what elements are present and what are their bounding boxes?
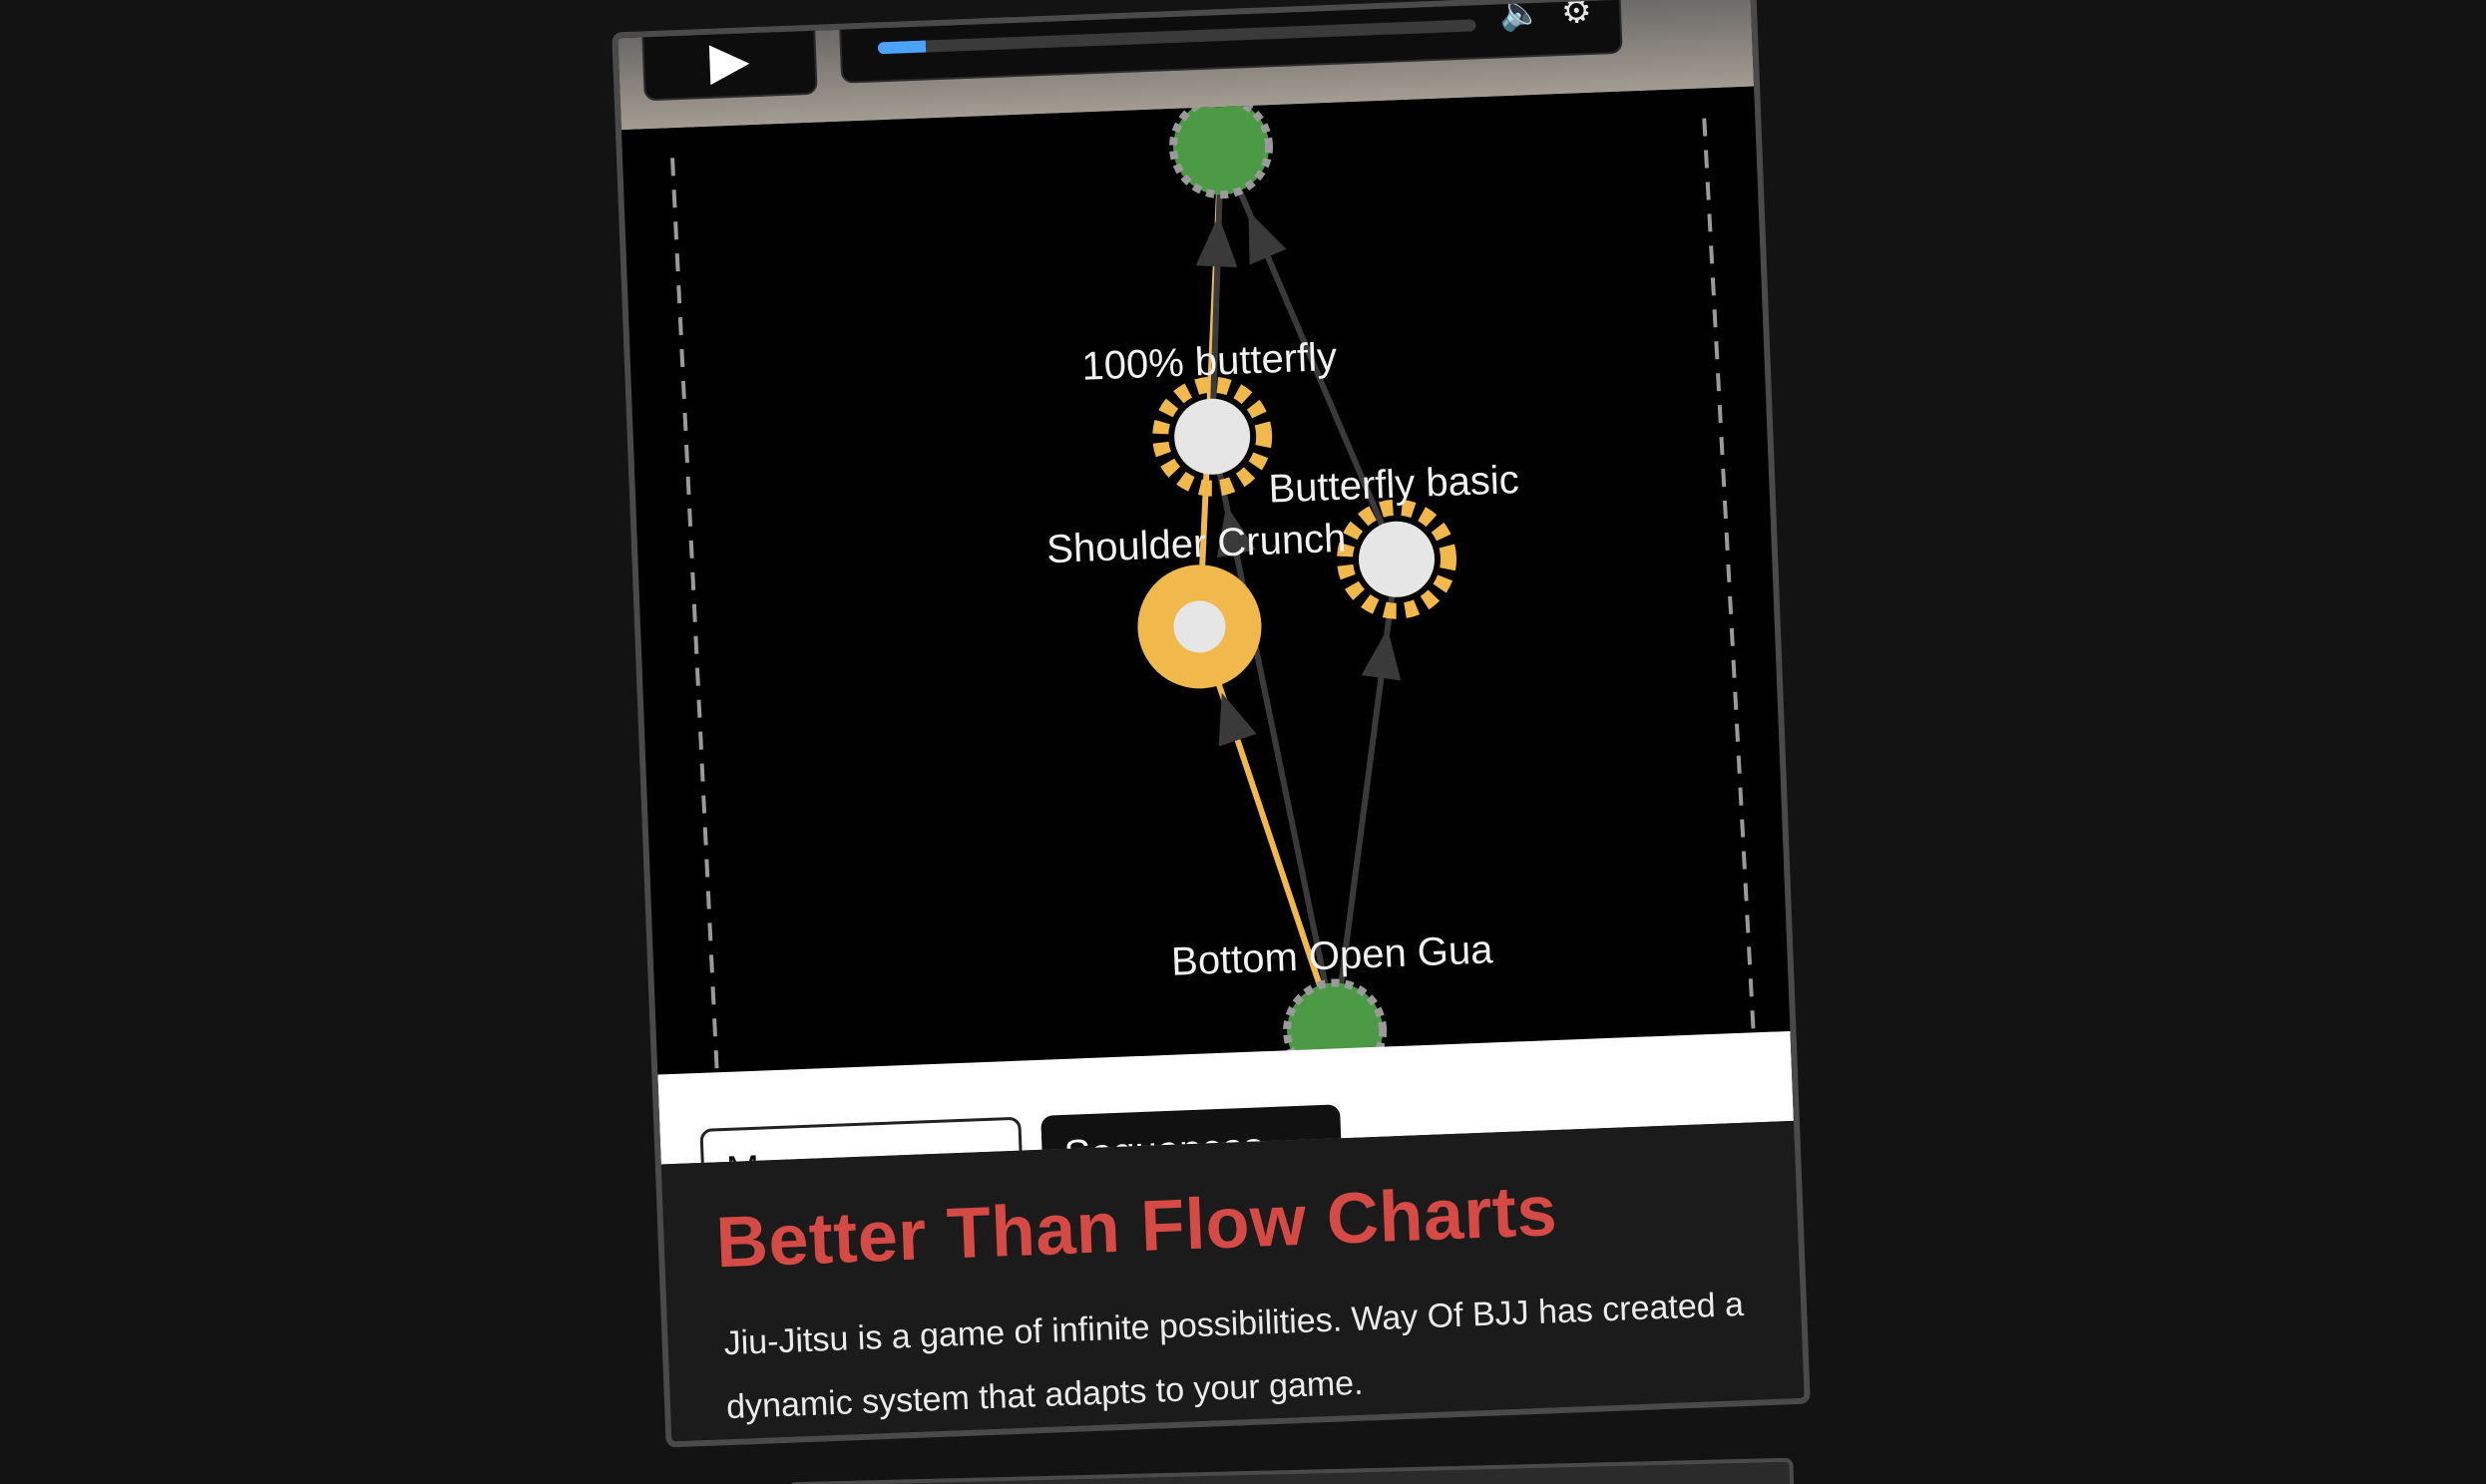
boundary-right (1702, 118, 1759, 1085)
play-button[interactable]: ▶ (640, 0, 818, 102)
feature-card: ▶ 🔈 ⚙ 100% butterfly Butterfly basic Shoul… (612, 0, 1811, 1448)
arrowhead-butterfly100-top (1197, 216, 1238, 267)
arrowhead-bottom-shouldercrunch (1218, 692, 1257, 747)
description: Jiu-Jitsu is a game of infinite possibil… (722, 1285, 1745, 1427)
arrowhead-butterflybasic-top (1248, 210, 1287, 265)
next-card-edge (787, 1457, 1795, 1484)
page-background: ▶ 🔈 ⚙ 100% butterfly Butterfly basic Shoul… (0, 0, 2486, 1484)
video-control-strip: 🔈 ⚙ (838, 0, 1623, 84)
node-label-shouldercrunch: Shoulder Crunch (1045, 517, 1347, 571)
node-label-butterflybasic: Butterfly basic (1268, 458, 1520, 512)
headline: Better Than Flow Charts (714, 1171, 1559, 1284)
node-butterfly100[interactable] (1152, 376, 1273, 497)
node-top[interactable] (1169, 95, 1274, 199)
graph-svg: 100% butterfly Butterfly basicShoulder Cr… (670, 95, 1759, 1125)
boundary-left (670, 158, 722, 1125)
volume-icon[interactable]: 🔈 (1498, 0, 1542, 34)
progress-fill (877, 40, 927, 55)
node-top-shape (1169, 95, 1274, 199)
arrowhead-bottom-butterflybasic (1361, 628, 1402, 681)
play-icon: ▶ (708, 31, 751, 91)
node-label-bottom: Bottom Open Gua (1170, 928, 1494, 983)
node-butterflybasic-center (1359, 521, 1436, 597)
text-panel: Better Than Flow Charts Jiu-Jitsu is a g… (660, 1120, 1806, 1448)
node-butterfly100-center (1174, 398, 1251, 475)
position-graph: 100% butterfly Butterfly basic Shoulder Cr… (621, 86, 1793, 1127)
node-butterflybasic[interactable] (1337, 499, 1457, 619)
settings-icon[interactable]: ⚙ (1560, 0, 1592, 32)
node-label-butterfly100: 100% butterfly (1081, 335, 1338, 389)
progress-bar[interactable] (877, 19, 1476, 55)
